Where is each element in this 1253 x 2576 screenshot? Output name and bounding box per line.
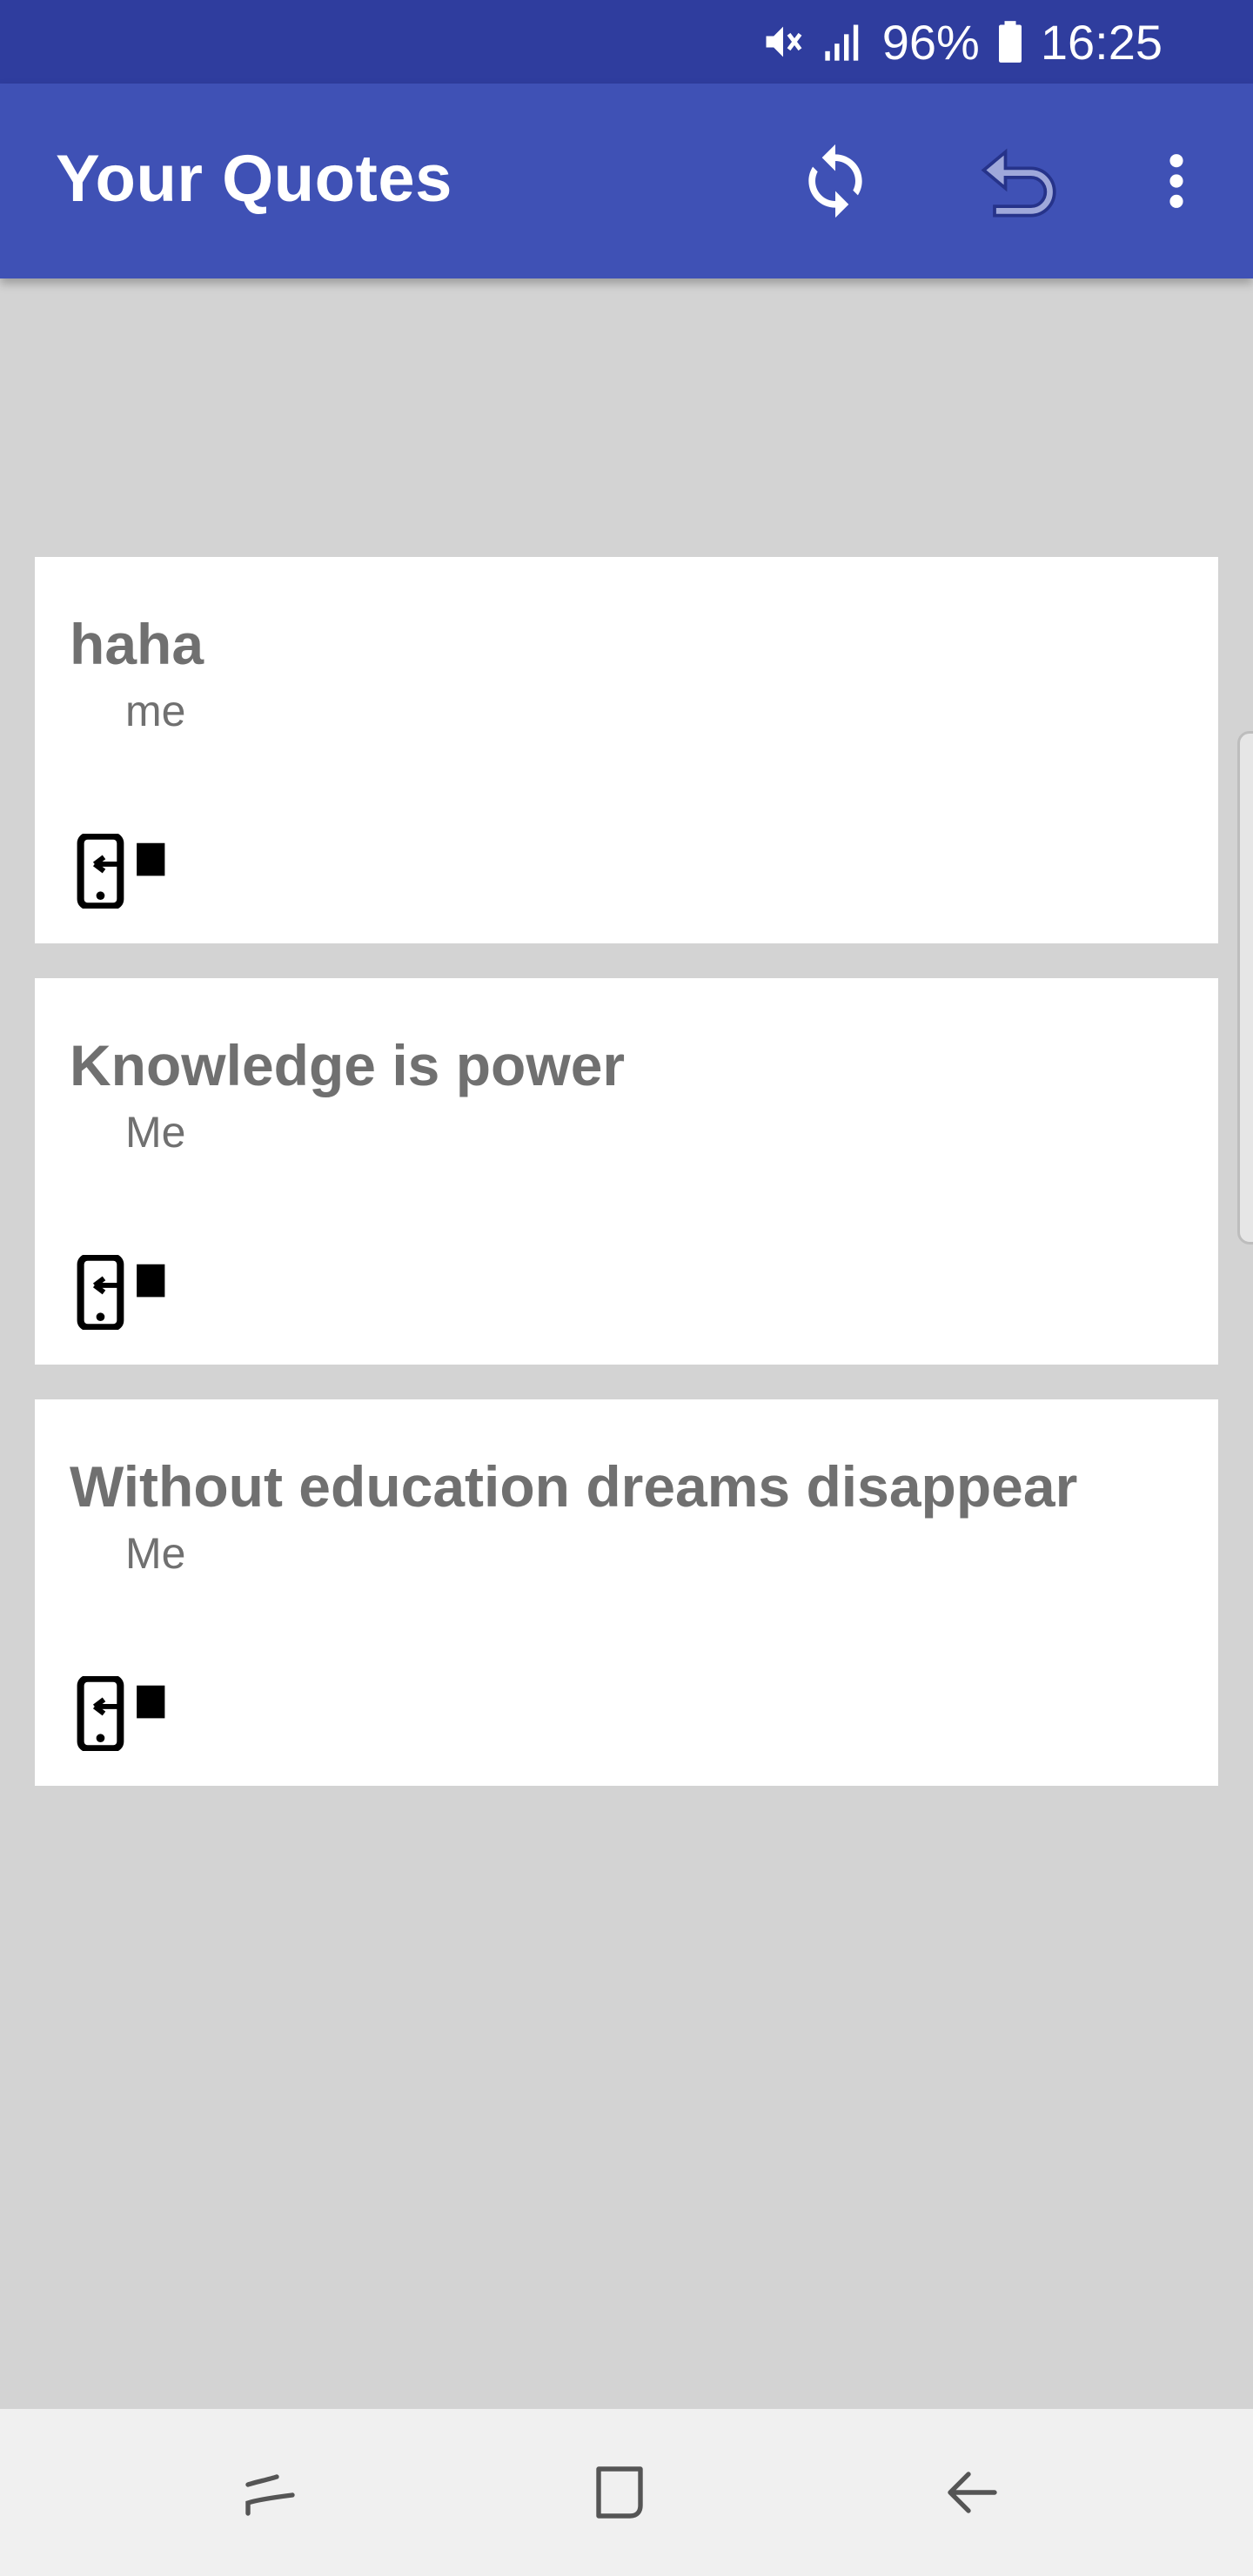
battery-icon: [995, 19, 1025, 64]
quote-card[interactable]: Knowledge is power Me: [35, 978, 1218, 1365]
send-to-phone-icon[interactable]: [75, 1676, 171, 1751]
undo-button[interactable]: [968, 132, 1065, 230]
mute-icon: [761, 19, 806, 64]
battery-percent: 96%: [881, 14, 980, 70]
back-button[interactable]: [922, 2444, 1020, 2541]
send-to-phone-icon[interactable]: [75, 834, 171, 909]
clock: 16:25: [1040, 14, 1163, 70]
home-icon: [596, 2466, 643, 2519]
back-icon: [948, 2472, 997, 2513]
app-title: Your Quotes: [56, 142, 452, 216]
undo-icon: [981, 148, 1056, 218]
scrollbar-handle[interactable]: [1237, 731, 1253, 1244]
status-bar: 96% 16:25: [0, 0, 1253, 84]
quote-card[interactable]: Without education dreams disappear Me: [35, 1399, 1218, 1786]
quote-text: Without education dreams disappear: [70, 1454, 1078, 1519]
recents-button[interactable]: [223, 2444, 320, 2541]
quote-author: Me: [125, 1108, 186, 1157]
quote-text: Knowledge is power: [70, 1033, 626, 1097]
app-bar: Your Quotes: [0, 84, 1253, 278]
signal-icon: [821, 19, 867, 64]
quote-author: me: [125, 687, 186, 735]
navigation-bar: [0, 2409, 1253, 2576]
refresh-button[interactable]: [787, 132, 884, 230]
quote-list: haha me Knowledge is power Me Without ed…: [0, 278, 1253, 2409]
overflow-menu-button[interactable]: [1128, 132, 1225, 230]
send-to-phone-icon[interactable]: [75, 1255, 171, 1330]
quote-author: Me: [125, 1529, 186, 1578]
recents-icon: [245, 2474, 295, 2516]
home-button[interactable]: [571, 2444, 668, 2541]
refresh-icon: [808, 144, 862, 218]
quote-text: haha: [70, 612, 204, 676]
overflow-menu-icon: [1169, 154, 1183, 208]
quote-card[interactable]: haha me: [35, 557, 1218, 943]
